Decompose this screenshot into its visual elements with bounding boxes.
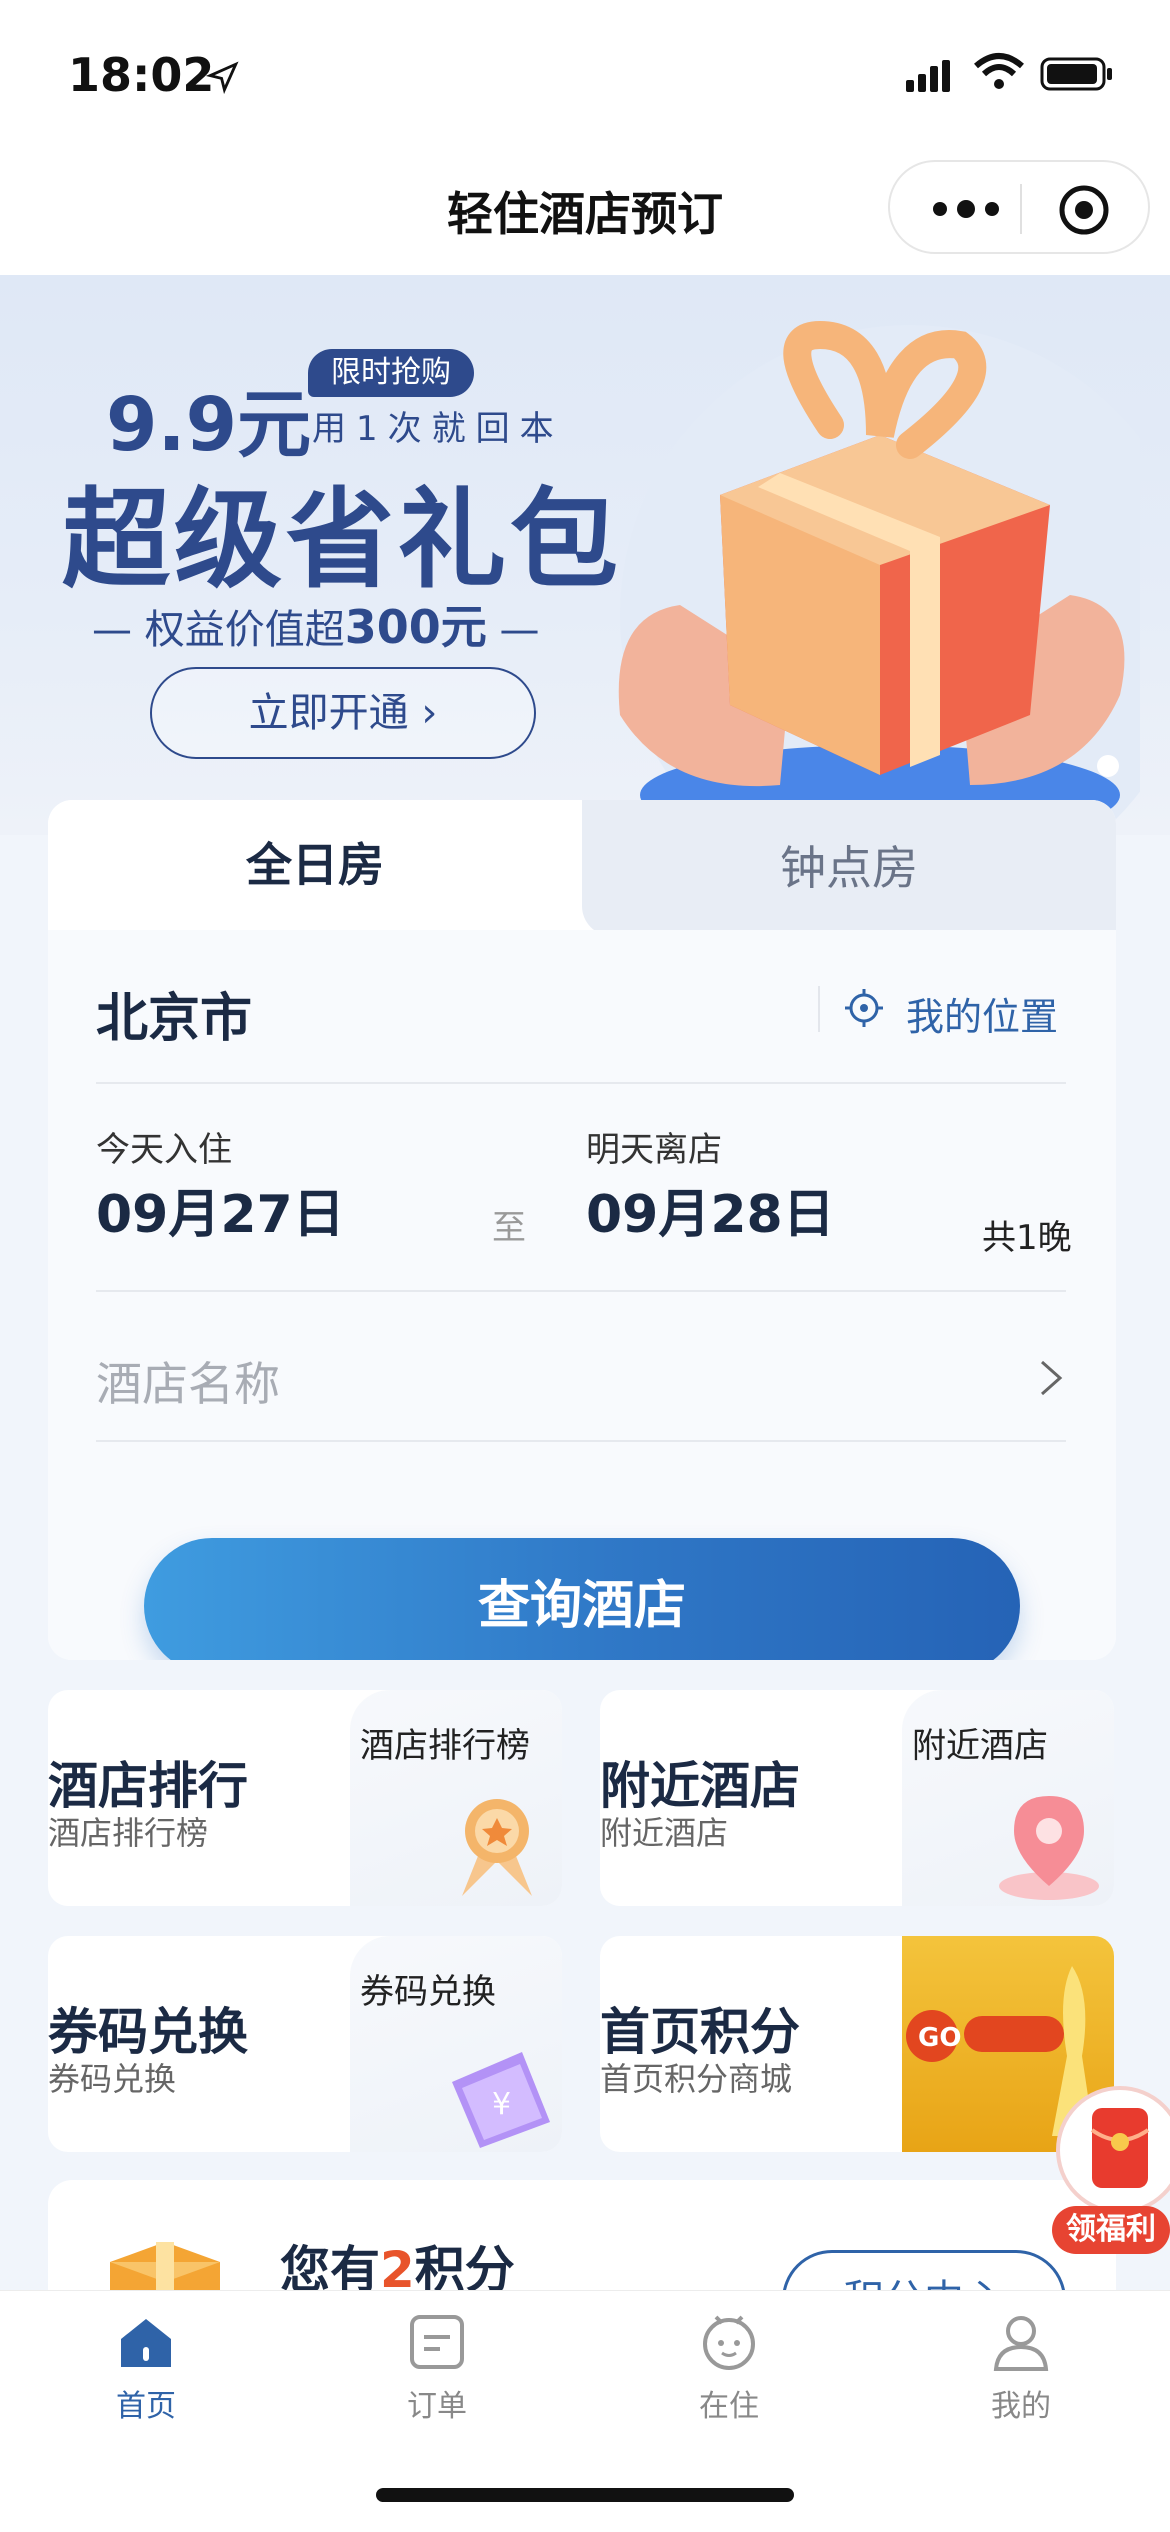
tab-label: 我的	[991, 2389, 1051, 2424]
medal-icon	[462, 1799, 532, 1896]
tile-image: 附近酒店	[902, 1690, 1114, 1906]
carousel-dot[interactable]	[1097, 755, 1119, 777]
promo-banner[interactable]: 9.9元 限时抢购 用1次就回本 超级省礼包 — 权益价值超300元 — 立即开…	[0, 275, 1170, 835]
tile-image: 酒店排行榜	[350, 1690, 562, 1906]
cellular-signal-icon	[906, 60, 950, 92]
order-icon	[410, 2315, 464, 2369]
checkout-date[interactable]: 09月28日	[586, 1172, 835, 1247]
tile-image-label: 酒店排行榜	[360, 1726, 530, 1766]
hotel-name-input[interactable]: 酒店名称	[96, 1348, 280, 1414]
tile-subtitle: 首页积分商城	[600, 2060, 793, 2098]
home-icon	[121, 2319, 171, 2367]
gift-box-illustration	[618, 320, 1140, 835]
tab-staying[interactable]: 在住	[629, 2311, 829, 2425]
map-pin-icon	[999, 1796, 1099, 1900]
profile-icon	[993, 2316, 1049, 2371]
claim-benefit-badge[interactable]: 领福利	[1052, 2206, 1170, 2254]
activate-button[interactable]: 立即开通 ›	[150, 667, 536, 759]
more-icon[interactable]	[926, 192, 1006, 226]
svg-text:GO: GO	[918, 2023, 961, 2053]
tile-subtitle: 附近酒店	[600, 1814, 729, 1852]
search-hotel-button[interactable]: 查询酒店	[144, 1538, 1020, 1660]
city-selector[interactable]: 北京市	[96, 976, 252, 1051]
divider	[96, 1440, 1066, 1442]
banner-main-title: 超级省礼包	[62, 478, 623, 603]
location-divider	[818, 986, 820, 1032]
tile-homepage-points[interactable]: 首页积分 首页积分商城 GO	[600, 1936, 1114, 2152]
date-separator: 至	[492, 1208, 526, 1248]
checkin-date[interactable]: 09月27日	[96, 1172, 345, 1247]
my-location-button[interactable]: 我的位置	[906, 986, 1058, 1041]
checkin-label: 今天入住	[96, 1130, 232, 1170]
tab-home[interactable]: 首页	[46, 2311, 246, 2425]
nights-count: 共1晚	[982, 1218, 1072, 1258]
tile-coupon-redeem[interactable]: 券码兑换 券码兑换 券码兑换 ¥	[48, 1936, 562, 2152]
tab-label: 在住	[699, 2389, 759, 2424]
stay-icon	[703, 2315, 755, 2370]
wifi-icon	[974, 53, 1024, 89]
location-arrow-icon	[206, 61, 239, 94]
svg-text:¥: ¥	[492, 2087, 511, 2122]
close-target-icon[interactable]	[1056, 182, 1112, 238]
home-indicator	[376, 2488, 794, 2502]
tab-label: 订单	[407, 2389, 467, 2424]
status-time: 18:02	[68, 48, 215, 102]
booking-form: 北京市 我的位置 今天入住 09月27日 至 明天离店 09月28日 共1晚 酒…	[48, 930, 1116, 1660]
mini-program-capsule	[888, 160, 1150, 254]
status-bar: 18:02	[0, 0, 1170, 140]
capsule-divider	[1020, 184, 1022, 234]
locate-icon[interactable]	[844, 988, 884, 1028]
tab-profile[interactable]: 我的	[921, 2311, 1121, 2425]
booking-card: 钟点房 全日房 北京市 我的位置 今天入住 09月27日 至 明天离店 09月2…	[48, 800, 1116, 1660]
battery-icon	[1040, 57, 1112, 91]
chevron-right-icon	[1041, 1360, 1063, 1396]
tile-hotel-ranking[interactable]: 酒店排行 酒店排行榜 酒店排行榜	[48, 1690, 562, 1906]
banner-tag: 限时抢购	[308, 349, 474, 397]
coupon-ticket-icon: ¥	[452, 2052, 550, 2148]
nav-bar: 轻住酒店预订	[0, 140, 1170, 275]
banner-subtitle: 用1次就回本	[312, 409, 564, 449]
tab-orders[interactable]: 订单	[337, 2311, 537, 2425]
tile-subtitle: 酒店排行榜	[48, 1814, 209, 1852]
tab-hourly-room[interactable]: 钟点房	[582, 800, 1116, 936]
tab-label: 首页	[116, 2389, 176, 2424]
tile-nearby-hotels[interactable]: 附近酒店 附近酒店 附近酒店	[600, 1690, 1114, 1906]
divider	[96, 1082, 1066, 1084]
tile-image: 券码兑换 ¥	[350, 1936, 562, 2152]
tile-image-label: 附近酒店	[912, 1726, 1048, 1766]
tab-full-day-room[interactable]: 全日房	[48, 800, 582, 930]
divider	[96, 1290, 1066, 1292]
checkout-label: 明天离店	[586, 1130, 722, 1170]
banner-value: — 权益价值超300元 —	[92, 600, 540, 654]
tile-image-label: 券码兑换	[360, 1972, 496, 2012]
tile-subtitle: 券码兑换	[48, 2060, 177, 2098]
